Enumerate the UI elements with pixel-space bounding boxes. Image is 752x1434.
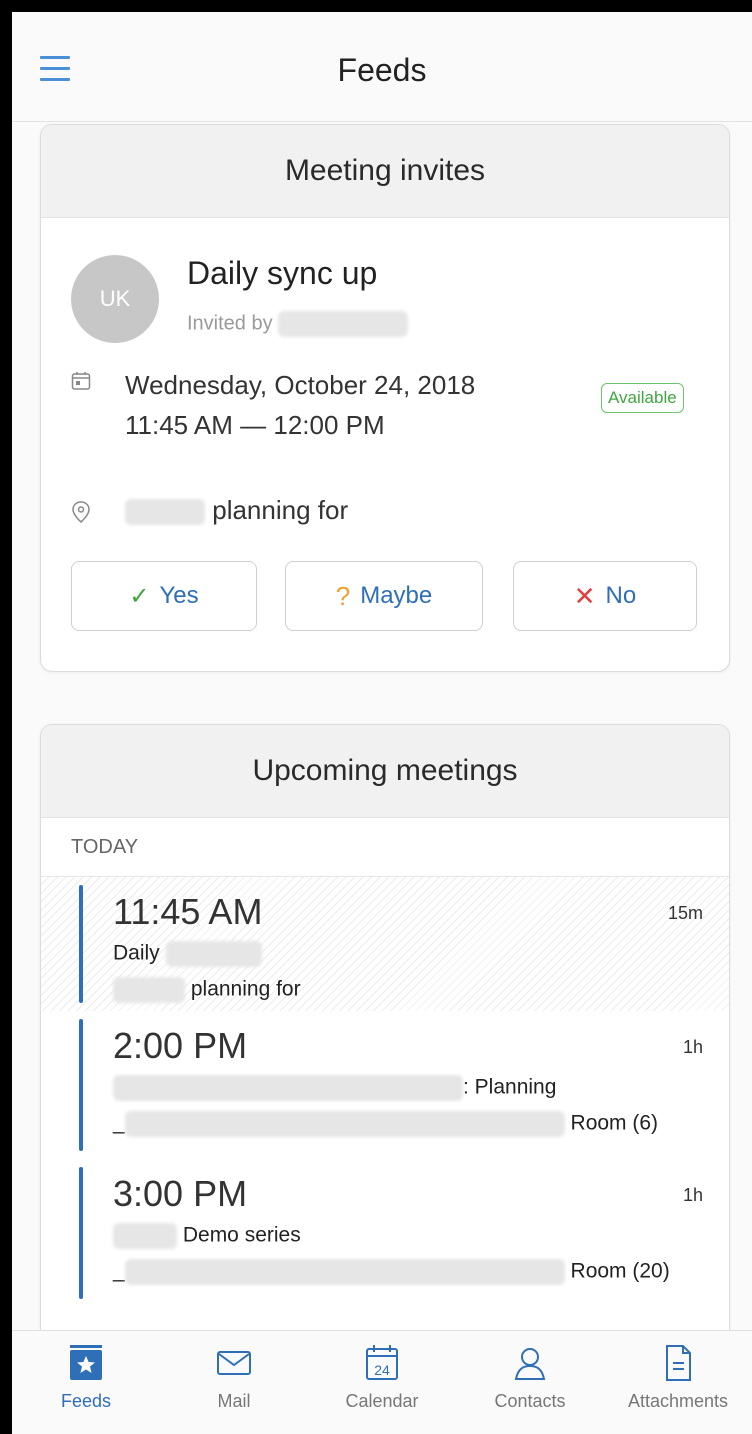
maybe-button[interactable]: ? Maybe — [285, 561, 483, 631]
redacted-location — [125, 499, 205, 526]
nav-mail-label: Mail — [217, 1391, 251, 1411]
nav-feeds[interactable]: Feeds — [12, 1331, 160, 1434]
redacted-text — [124, 1111, 565, 1137]
meeting-location-text: planning for — [190, 977, 301, 1001]
meeting-color-bar — [79, 1019, 83, 1151]
no-button[interactable]: ✕ No — [513, 561, 697, 631]
meeting-location-prefix: _ — [113, 1259, 125, 1283]
invited-by-label: Invited by — [187, 312, 273, 335]
meeting-invites-header: Meeting invites — [41, 125, 729, 218]
meeting-time: 3:00 PM — [113, 1173, 248, 1214]
invite-datetime: Wednesday, October 24, 2018 11:45 AM — 1… — [125, 365, 475, 445]
redacted-text — [113, 1223, 177, 1249]
meeting-color-bar — [79, 1167, 83, 1299]
feeds-star-icon — [70, 1345, 102, 1380]
nav-calendar-label: Calendar — [345, 1391, 419, 1411]
no-label: No — [605, 582, 637, 609]
close-icon: ✕ — [573, 580, 596, 611]
question-mark-icon: ? — [335, 580, 351, 611]
check-icon: ✓ — [129, 582, 150, 610]
meeting-location: _ Room (6) — [113, 1111, 658, 1137]
yes-button[interactable]: ✓ Yes — [71, 561, 257, 631]
meeting-title: : Planning — [113, 1075, 556, 1101]
meeting-location-prefix: _ — [113, 1111, 125, 1135]
meeting-duration: 1h — [682, 1185, 703, 1205]
nav-contacts[interactable]: Contacts — [456, 1331, 604, 1434]
redacted-text — [124, 1259, 565, 1285]
meeting-title-text: : Planning — [463, 1075, 557, 1099]
invited-by: Invited by — [187, 311, 409, 337]
invite-location: planning for — [125, 495, 348, 526]
day-label: TODAY — [41, 818, 729, 877]
avatar: UK — [71, 255, 159, 343]
app-header: Feeds — [12, 12, 752, 122]
meeting-time: 2:00 PM — [113, 1025, 248, 1066]
meeting-item[interactable]: 3:00 PM 1h Demo series _ Room (20) — [41, 1159, 729, 1307]
redacted-text — [113, 1075, 463, 1101]
meeting-time: 11:45 AM — [113, 891, 263, 932]
yes-label: Yes — [159, 582, 199, 609]
nav-attachments-label: Attachments — [627, 1391, 729, 1411]
meeting-item[interactable]: 2:00 PM 1h : Planning _ Room (6) — [41, 1011, 729, 1159]
avatar-initials: UK — [99, 286, 131, 311]
availability-badge: Available — [601, 383, 684, 413]
redacted-text — [165, 941, 262, 967]
nav-feeds-label: Feeds — [60, 1391, 112, 1411]
meeting-title-text: Demo series — [182, 1223, 301, 1247]
meeting-title: Demo series — [113, 1223, 301, 1249]
nav-mail[interactable]: Mail — [160, 1331, 308, 1434]
meeting-item[interactable]: 11:45 AM 15m Daily planning for — [41, 877, 729, 1011]
bottom-navigation: Feeds Mail 24 Calendar Contacts Attachme… — [12, 1330, 752, 1434]
page-title: Feeds — [337, 52, 427, 88]
maybe-label: Maybe — [360, 582, 433, 609]
meeting-duration: 15m — [667, 903, 703, 923]
meeting-location: _ Room (20) — [113, 1259, 670, 1285]
attachments-icon — [666, 1345, 691, 1381]
calendar-icon-date: 24 — [374, 1362, 390, 1378]
nav-attachments[interactable]: Attachments — [604, 1331, 752, 1434]
meeting-location-text: Room (20) — [570, 1259, 670, 1283]
location-pin-icon — [72, 501, 90, 523]
invite-time: 11:45 AM — 12:00 PM — [125, 410, 385, 440]
meeting-location: planning for — [113, 977, 301, 1003]
contacts-icon — [514, 1348, 546, 1380]
mail-icon — [217, 1351, 251, 1375]
redacted-text — [113, 977, 185, 1003]
meeting-invites-card: Meeting invites UK Daily sync up Invited… — [40, 124, 730, 672]
meeting-title-text: Daily — [113, 941, 160, 965]
calendar-icon: 24 — [366, 1345, 398, 1380]
upcoming-meetings-card: Upcoming meetings TODAY 11:45 AM 15m Dai… — [40, 724, 730, 1356]
calendar-small-icon — [71, 372, 91, 390]
nav-contacts-label: Contacts — [494, 1391, 566, 1411]
meeting-color-bar — [79, 885, 83, 1003]
redacted-organizer — [278, 311, 409, 337]
meeting-location-text: Room (6) — [570, 1111, 659, 1135]
invite-title[interactable]: Daily sync up — [187, 255, 377, 292]
meeting-title: Daily — [113, 941, 262, 967]
invite-location-text: planning for — [212, 495, 349, 525]
app-screen: Feeds Meeting invites UK Daily sync up I… — [12, 12, 752, 1434]
invite-date: Wednesday, October 24, 2018 — [125, 370, 476, 400]
nav-calendar[interactable]: 24 Calendar — [308, 1331, 456, 1434]
upcoming-meetings-header: Upcoming meetings — [41, 725, 729, 818]
meeting-duration: 1h — [682, 1037, 703, 1057]
